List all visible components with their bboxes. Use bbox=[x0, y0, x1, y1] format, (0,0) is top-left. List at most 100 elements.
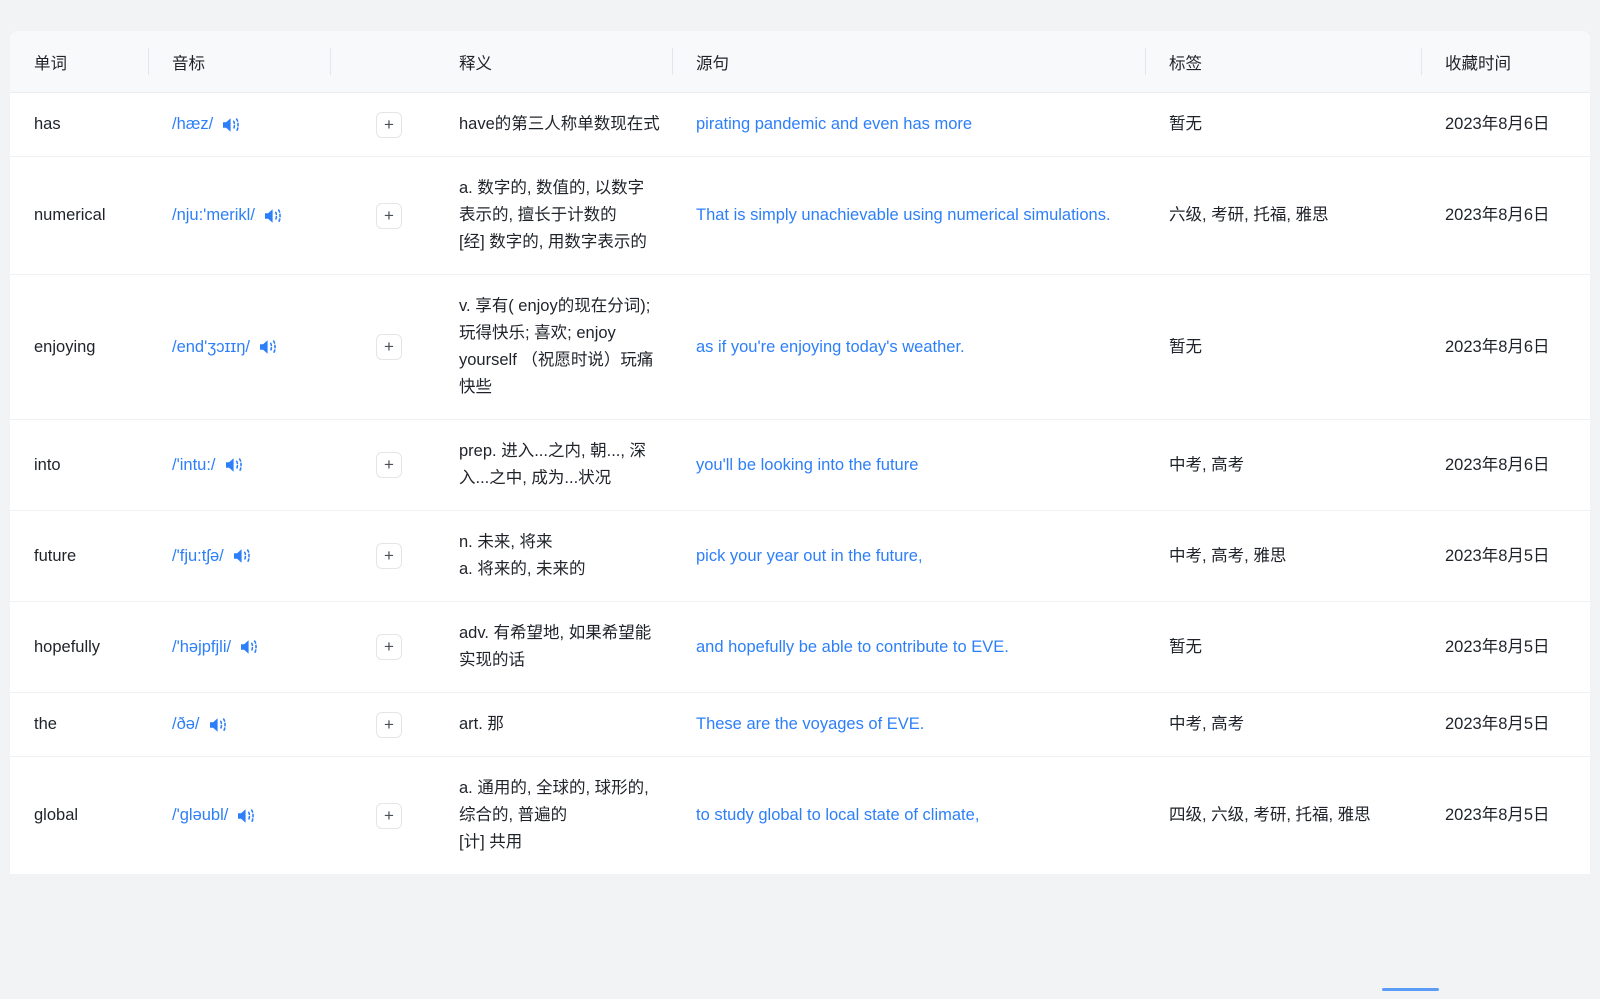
column-header-phonetic[interactable]: 音标 bbox=[148, 31, 330, 92]
speaker-icon[interactable] bbox=[219, 112, 245, 138]
speaker-icon[interactable] bbox=[234, 803, 260, 829]
speaker-icon[interactable] bbox=[230, 543, 256, 569]
cell-meaning: prep. 进入...之内, 朝..., 深入...之中, 成为...状况 bbox=[435, 420, 672, 510]
add-button[interactable]: + bbox=[376, 634, 402, 660]
cell-word: the bbox=[10, 693, 148, 756]
add-button[interactable]: + bbox=[376, 334, 402, 360]
column-header-word[interactable]: 单词 bbox=[10, 31, 148, 92]
cell-actions: + bbox=[330, 275, 435, 419]
date-text: 2023年8月5日 bbox=[1445, 802, 1550, 829]
cell-sentence[interactable]: pick your year out in the future, bbox=[672, 511, 1145, 601]
cell-date: 2023年8月5日 bbox=[1421, 757, 1590, 874]
word-text: numerical bbox=[34, 202, 106, 229]
cell-tags: 中考, 高考 bbox=[1145, 693, 1421, 756]
cell-meaning: art. 那 bbox=[435, 693, 672, 756]
sentence-link[interactable]: pick your year out in the future, bbox=[696, 543, 923, 570]
cell-phonetic: /'həjpfjli/ bbox=[148, 602, 330, 692]
cell-sentence[interactable]: as if you're enjoying today's weather. bbox=[672, 275, 1145, 419]
vocabulary-page: 单词 音标 释义 源句 标签 收藏时间 has/hæz/ + have的第三人称单数… bbox=[0, 0, 1600, 999]
sentence-link[interactable]: to study global to local state of climat… bbox=[696, 802, 979, 829]
cell-phonetic: /nju:'merikl/ bbox=[148, 157, 330, 274]
table-row[interactable]: hopefully/'həjpfjli/+adv. 有希望地, 如果希望能实现的… bbox=[10, 602, 1590, 693]
tags-text: 四级, 六级, 考研, 托福, 雅思 bbox=[1169, 802, 1371, 829]
cell-word: has bbox=[10, 93, 148, 156]
sentence-link[interactable]: and hopefully be able to contribute to E… bbox=[696, 634, 1009, 661]
speaker-icon[interactable] bbox=[222, 452, 248, 478]
table-row[interactable]: has/hæz/ + have的第三人称单数现在式 pirating pandemic… bbox=[10, 93, 1590, 157]
cell-sentence[interactable]: pirating pandemic and even has more bbox=[672, 93, 1145, 156]
add-button[interactable]: + bbox=[376, 803, 402, 829]
cell-actions: + bbox=[330, 93, 435, 156]
column-header-sentence[interactable]: 源句 bbox=[672, 31, 1145, 92]
add-button[interactable]: + bbox=[376, 543, 402, 569]
cell-date: 2023年8月5日 bbox=[1421, 511, 1590, 601]
cell-sentence[interactable]: you'll be looking into the future bbox=[672, 420, 1145, 510]
table-row[interactable]: future /'fju:tʃə/ + n. 未来, 将来 a. 将来的, 未来的 pi… bbox=[10, 511, 1590, 602]
column-header-meaning[interactable]: 释义 bbox=[435, 31, 672, 92]
cell-tags: 暂无 bbox=[1145, 602, 1421, 692]
cell-tags: 中考, 高考, 雅思 bbox=[1145, 511, 1421, 601]
sentence-link[interactable]: That is simply unachievable using numeri… bbox=[696, 202, 1111, 229]
add-button[interactable]: + bbox=[376, 112, 402, 138]
meaning-text: art. 那 bbox=[459, 711, 660, 738]
phonetic-text: /'fju:tʃə/ bbox=[172, 543, 224, 570]
date-text: 2023年8月5日 bbox=[1445, 634, 1550, 661]
sentence-link[interactable]: pirating pandemic and even has more bbox=[696, 111, 972, 138]
cell-tags: 暂无 bbox=[1145, 93, 1421, 156]
cell-phonetic: /'fju:tʃə/ bbox=[148, 511, 330, 601]
word-text: future bbox=[34, 543, 76, 570]
word-text: enjoying bbox=[34, 334, 95, 361]
table-row[interactable]: global/'gləubl/+a. 通用的, 全球的, 球形的, 综合的, 普… bbox=[10, 757, 1590, 874]
cell-actions: + bbox=[330, 602, 435, 692]
tags-text: 暂无 bbox=[1169, 334, 1202, 361]
cell-meaning: adv. 有希望地, 如果希望能实现的话 bbox=[435, 602, 672, 692]
table-row[interactable]: the/ðə/ + art. 那 These are the voyages of E… bbox=[10, 693, 1590, 757]
column-header-date[interactable]: 收藏时间 bbox=[1421, 31, 1590, 92]
table-row[interactable]: into/'intu:/+prep. 进入...之内, 朝..., 深入...之… bbox=[10, 420, 1590, 511]
cell-sentence[interactable]: These are the voyages of EVE. bbox=[672, 693, 1145, 756]
cell-date: 2023年8月6日 bbox=[1421, 157, 1590, 274]
add-button[interactable]: + bbox=[376, 452, 402, 478]
add-button[interactable]: + bbox=[376, 712, 402, 738]
column-header-tags[interactable]: 标签 bbox=[1145, 31, 1421, 92]
cell-phonetic: /hæz/ bbox=[148, 93, 330, 156]
meaning-text: adv. 有希望地, 如果希望能实现的话 bbox=[459, 620, 660, 674]
cell-word: numerical bbox=[10, 157, 148, 274]
cell-tags: 四级, 六级, 考研, 托福, 雅思 bbox=[1145, 757, 1421, 874]
speaker-icon[interactable] bbox=[237, 634, 263, 660]
word-text: global bbox=[34, 802, 78, 829]
cell-date: 2023年8月6日 bbox=[1421, 420, 1590, 510]
cell-phonetic: /'intu:/ bbox=[148, 420, 330, 510]
tags-text: 暂无 bbox=[1169, 634, 1202, 661]
column-header-tags-label: 标签 bbox=[1169, 50, 1202, 74]
column-header-word-label: 单词 bbox=[34, 50, 67, 74]
speaker-icon[interactable] bbox=[261, 203, 287, 229]
sentence-link[interactable]: as if you're enjoying today's weather. bbox=[696, 334, 965, 361]
speaker-icon[interactable] bbox=[256, 334, 282, 360]
word-text: has bbox=[34, 111, 61, 138]
cell-sentence[interactable]: to study global to local state of climat… bbox=[672, 757, 1145, 874]
meaning-text: n. 未来, 将来 a. 将来的, 未来的 bbox=[459, 529, 660, 583]
cell-meaning: v. 享有( enjoy的现在分词); 玩得快乐; 喜欢; enjoy your… bbox=[435, 275, 672, 419]
phonetic-text: /ðə/ bbox=[172, 711, 200, 738]
cell-word: future bbox=[10, 511, 148, 601]
speaker-icon[interactable] bbox=[206, 712, 232, 738]
cell-phonetic: /'gləubl/ bbox=[148, 757, 330, 874]
cell-sentence[interactable]: That is simply unachievable using numeri… bbox=[672, 157, 1145, 274]
pagination-strip bbox=[0, 971, 1600, 999]
table-row[interactable]: numerical/nju:'merikl/+a. 数字的, 数值的, 以数字表… bbox=[10, 157, 1590, 275]
cell-date: 2023年8月5日 bbox=[1421, 693, 1590, 756]
cell-meaning: have的第三人称单数现在式 bbox=[435, 93, 672, 156]
table-row[interactable]: enjoying/end'ʒɔɪɪŋ/+v. 享有( enjoy的现在分词); … bbox=[10, 275, 1590, 420]
cell-sentence[interactable]: and hopefully be able to contribute to E… bbox=[672, 602, 1145, 692]
add-button[interactable]: + bbox=[376, 203, 402, 229]
pagination-indicator[interactable] bbox=[1382, 988, 1439, 991]
column-header-date-label: 收藏时间 bbox=[1445, 50, 1511, 74]
sentence-link[interactable]: These are the voyages of EVE. bbox=[696, 711, 924, 738]
meaning-text: prep. 进入...之内, 朝..., 深入...之中, 成为...状况 bbox=[459, 438, 660, 492]
word-text: the bbox=[34, 711, 57, 738]
cell-actions: + bbox=[330, 157, 435, 274]
tags-text: 中考, 高考 bbox=[1169, 452, 1244, 479]
vocabulary-table: 单词 音标 释义 源句 标签 收藏时间 has/hæz/ + have的第三人称单数… bbox=[10, 31, 1590, 874]
sentence-link[interactable]: you'll be looking into the future bbox=[696, 452, 918, 479]
